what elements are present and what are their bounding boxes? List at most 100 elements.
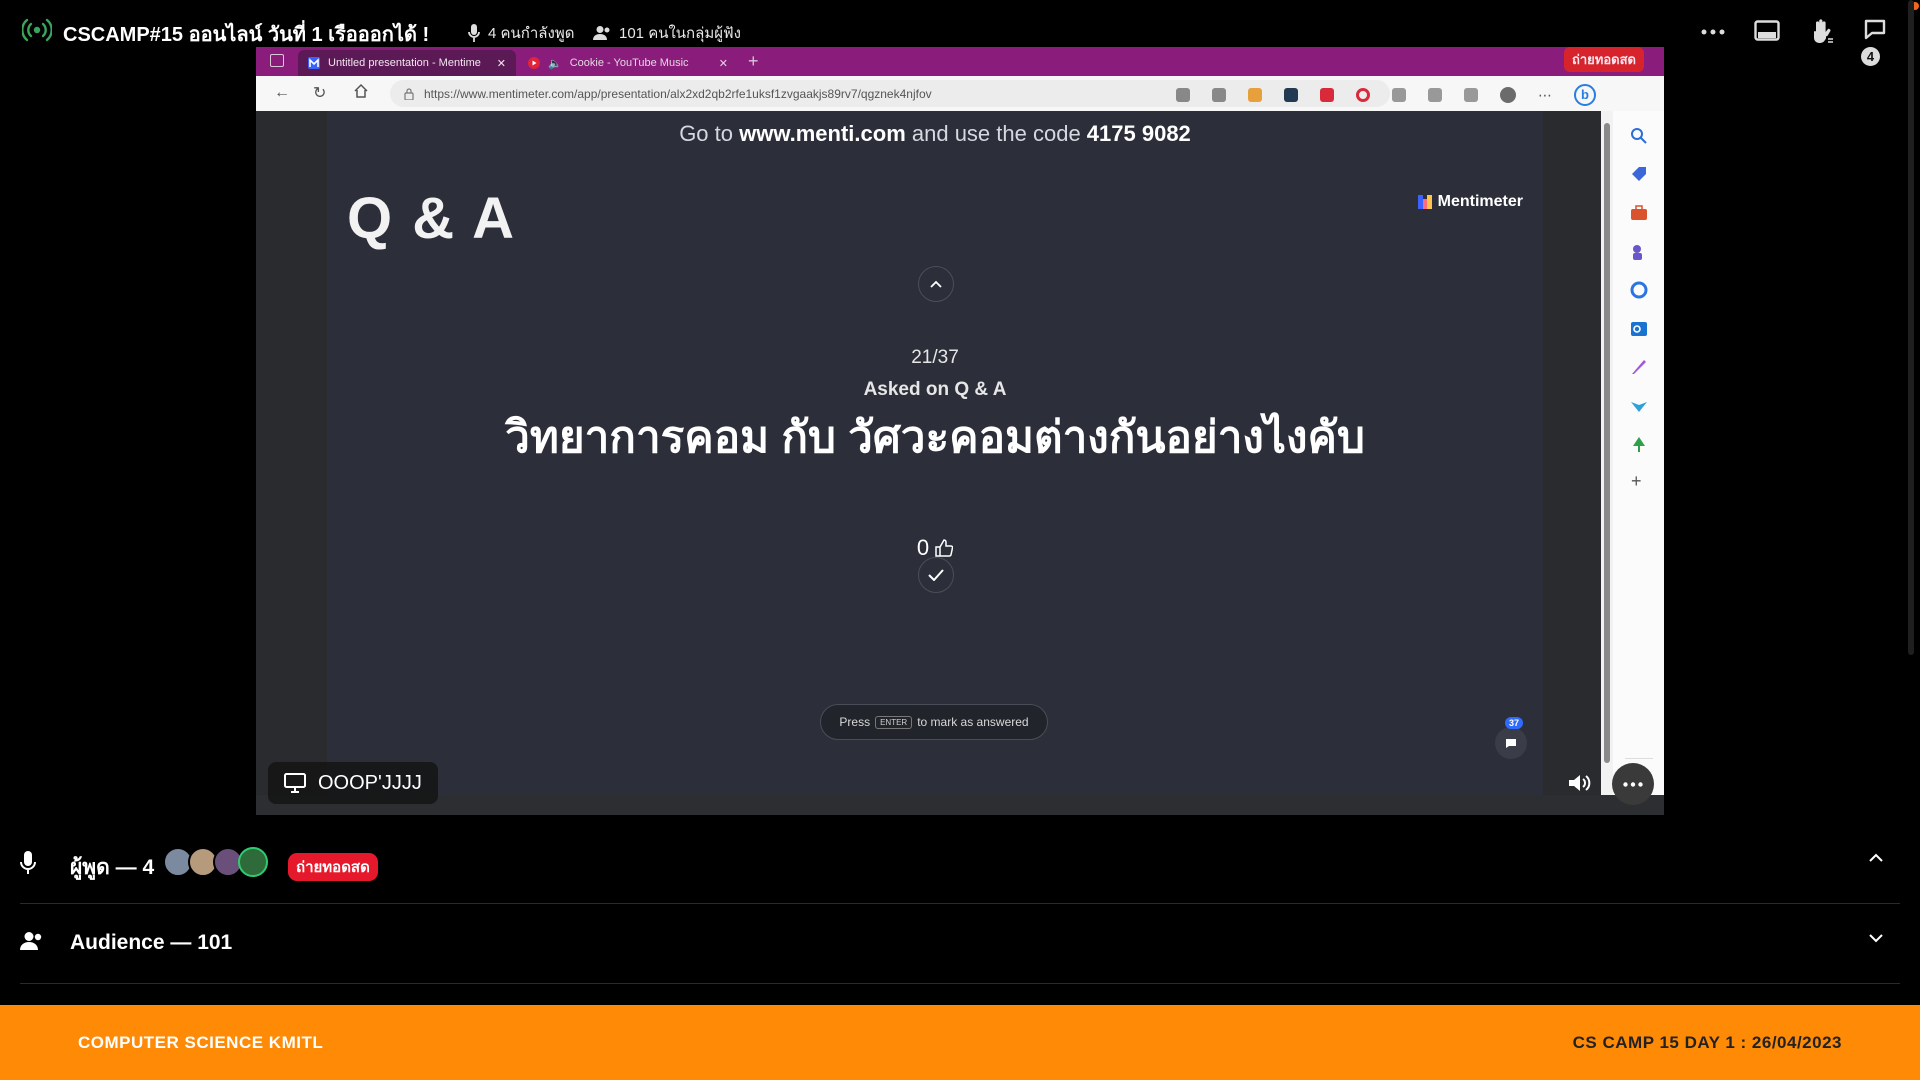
question-counter: 21/37 <box>911 347 959 368</box>
screen-sharer-label: OOOP'JJJJ <box>268 762 438 804</box>
refresh-icon[interactable]: ↻ <box>313 83 326 103</box>
previous-question-button[interactable] <box>918 266 954 302</box>
edge-sidebar: + <box>1613 111 1664 815</box>
read-aloud-icon[interactable] <box>1176 88 1190 102</box>
opera-icon[interactable] <box>1356 88 1370 102</box>
page-scrollbar[interactable] <box>1601 111 1613 795</box>
favorites-icon[interactable] <box>1428 88 1442 102</box>
tree-icon[interactable] <box>1630 436 1648 454</box>
popout-icon <box>1754 20 1780 41</box>
microsoft-365-icon[interactable] <box>1630 281 1648 299</box>
thumbs-up-icon <box>935 539 954 557</box>
asked-on-label: Asked on Q & A <box>863 379 1007 400</box>
enter-key: ENTER <box>875 715 913 729</box>
question-count-badge: 37 <box>1505 717 1524 729</box>
share-bottom-bar <box>256 795 1664 815</box>
inbox-count-badge: 4 <box>1861 47 1880 66</box>
home-icon[interactable] <box>353 83 369 99</box>
ellipsis-icon <box>1701 29 1725 35</box>
panel-scrollbar[interactable] <box>1908 0 1914 655</box>
stage-title: CSCAMP#15 ออนไลน์ วันที่ 1 เรือออกได้ ! <box>63 24 430 46</box>
browser-tab-strip: Untitled presentation - Mentime ✕ 🔈 Cook… <box>256 47 1664 76</box>
tab-label: Untitled presentation - Mentime <box>328 57 481 69</box>
mark-answered-button[interactable] <box>918 557 954 593</box>
volume-button[interactable] <box>1560 764 1598 802</box>
bing-icon[interactable]: b <box>1574 84 1596 106</box>
extensions-puzzle-icon[interactable] <box>1392 88 1406 102</box>
mentimeter-favicon <box>308 57 320 69</box>
mentimeter-logo-icon <box>1417 195 1432 209</box>
more-options-button[interactable] <box>1697 16 1729 48</box>
question-text: วิทยาการคอม กับ วัศวะคอมต่างกันอย่างไงคั… <box>505 413 1365 462</box>
browser-tab-mentimeter[interactable]: Untitled presentation - Mentime ✕ <box>298 50 516 76</box>
people-icon <box>593 26 610 40</box>
close-tab-icon[interactable]: ✕ <box>497 57 506 70</box>
speakers-section[interactable]: ผู้พูด — 4 ถ่ายทอดสด <box>20 825 1900 904</box>
settings-more-icon[interactable]: ⋯ <box>1538 87 1552 104</box>
speakers-label: ผู้พูด — 4 <box>70 856 155 879</box>
speaking-count: 4 คนกำลังพูด <box>468 21 574 45</box>
inbox-button[interactable]: 4 <box>1861 16 1894 66</box>
chat-icon <box>1506 738 1516 748</box>
tab-actions-icon[interactable] <box>270 54 284 67</box>
games-icon[interactable] <box>1630 243 1648 261</box>
drop-icon[interactable] <box>1630 397 1648 415</box>
stream-more-button[interactable] <box>1612 763 1654 805</box>
chat-bubbles-icon <box>1864 19 1886 40</box>
profile-avatar[interactable] <box>1500 87 1516 103</box>
chevron-down-icon[interactable] <box>1868 933 1884 943</box>
designer-icon[interactable] <box>1630 358 1648 376</box>
sharer-name: OOOP'JJJJ <box>318 771 422 794</box>
audience-label: Audience — 101 <box>70 931 233 954</box>
qa-heading: Q & A <box>347 186 516 251</box>
footer-organization: COMPUTER SCIENCE KMITL <box>78 1033 324 1052</box>
close-tab-icon[interactable]: ✕ <box>719 57 728 70</box>
speaking-count-text: 4 คนกำลังพูด <box>488 25 575 42</box>
lock-icon <box>404 87 414 100</box>
ellipsis-icon <box>1623 781 1643 787</box>
footer-event-date: CS CAMP 15 DAY 1 : 26/04/2023 <box>1572 1033 1842 1052</box>
keyboard-hint: Press ENTER to mark as answered <box>820 704 1048 740</box>
back-icon[interactable]: ← <box>274 84 290 102</box>
browser-toolbar-icons: ⋯ b <box>1176 84 1596 106</box>
collections-icon[interactable] <box>1464 88 1478 102</box>
chevron-up-icon <box>930 280 942 288</box>
listener-count-text: 101 คนในกลุ่มผู้ฟัง <box>619 25 741 42</box>
popout-button[interactable] <box>1751 16 1783 48</box>
tools-briefcase-icon[interactable] <box>1630 204 1648 222</box>
scroll-thumb[interactable] <box>1604 123 1610 763</box>
add-sidebar-app-icon[interactable]: + <box>1631 471 1642 492</box>
microphone-icon <box>468 24 480 42</box>
chevron-up-icon[interactable] <box>1868 853 1884 863</box>
browser-toolbar: ← ↻ https://www.mentimeter.com/app/prese… <box>256 76 1664 111</box>
screen-share-view[interactable]: Untitled presentation - Mentime ✕ 🔈 Cook… <box>256 47 1664 815</box>
tab-label: Cookie - YouTube Music <box>569 57 689 69</box>
speaker-avatar[interactable] <box>238 847 268 877</box>
questions-list-button[interactable]: 37 <box>1495 717 1527 759</box>
listener-count: 101 คนในกลุ่มผู้ฟัง <box>593 21 741 45</box>
raise-hand-icon <box>1814 19 1835 45</box>
monitor-icon <box>284 773 306 793</box>
search-icon[interactable] <box>1630 127 1648 145</box>
extension-icon[interactable] <box>1320 88 1334 102</box>
browser-tab-youtube-music[interactable]: 🔈 Cookie - YouTube Music ✕ <box>518 50 738 76</box>
youtube-music-favicon <box>528 57 540 69</box>
likes-count: 0 <box>916 535 930 560</box>
request-to-speak-button[interactable] <box>1806 16 1838 48</box>
shopping-tag-icon[interactable] <box>1630 165 1648 183</box>
microphone-icon <box>20 851 36 874</box>
sidebar-divider <box>1625 758 1653 759</box>
live-badge-overlay: ถ่ายทอดสด <box>1564 47 1644 72</box>
audience-section[interactable]: Audience — 101 <box>20 905 1900 984</box>
favorite-star-icon[interactable] <box>1212 88 1226 102</box>
url-text: https://www.mentimeter.com/app/presentat… <box>424 86 932 101</box>
stage-channel-icon <box>22 18 52 44</box>
extension-icon[interactable] <box>1284 88 1298 102</box>
outlook-icon[interactable] <box>1630 320 1648 338</box>
extension-icon[interactable] <box>1248 88 1262 102</box>
new-tab-button[interactable]: + <box>748 51 759 72</box>
mentimeter-logo: Mentimeter <box>1417 193 1523 211</box>
muted-speaker-icon: 🔈 <box>548 57 562 70</box>
checkmark-icon <box>928 569 944 581</box>
people-icon <box>20 932 42 950</box>
